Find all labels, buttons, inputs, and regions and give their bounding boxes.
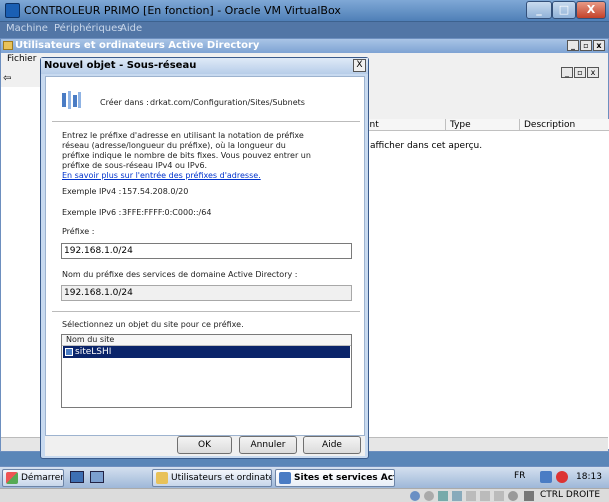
- recording-icon[interactable]: [494, 491, 504, 501]
- minimize-button[interactable]: _: [526, 1, 552, 19]
- sites-icon: [279, 472, 291, 484]
- example-ipv6-value: 3FFE:FFFF:0:C000::/64: [122, 208, 212, 217]
- taskbar: Démarrer Utilisateurs et ordinateur... S…: [0, 466, 609, 488]
- aduc-restore-button[interactable]: ▫: [580, 40, 592, 51]
- menu-aide[interactable]: Aide: [120, 23, 142, 34]
- folder-icon: [156, 472, 168, 484]
- dialog-footer: OK Annuler Aide: [45, 436, 365, 456]
- instructions-text: Entrez le préfixe d'adresse en utilisant…: [62, 131, 311, 170]
- start-button[interactable]: Démarrer: [2, 469, 64, 487]
- tree-pane[interactable]: [1, 87, 41, 447]
- dialog-title: Nouvel objet - Sous-réseau: [44, 60, 197, 71]
- created-in-value: drkat.com/Configuration/Sites/Subnets: [150, 98, 305, 107]
- cd-icon[interactable]: [424, 491, 434, 501]
- help-button[interactable]: Aide: [303, 436, 361, 454]
- folder-icon: [3, 41, 13, 50]
- aduc-titlebar: Utilisateurs et ordinateurs Active Direc…: [1, 39, 608, 53]
- show-desktop-icon[interactable]: [70, 471, 84, 483]
- taskbar-item-aduc[interactable]: Utilisateurs et ordinateur...: [152, 469, 272, 487]
- site-list-header: Nom du site: [62, 335, 351, 346]
- list-pane[interactable]: ent Type Description afficher dans cet a…: [359, 119, 609, 449]
- windows-flag-icon: [6, 472, 18, 484]
- prefix-input[interactable]: 192.168.1.0/24: [61, 243, 352, 259]
- hdd-icon[interactable]: [410, 491, 420, 501]
- column-type[interactable]: Type: [446, 119, 520, 131]
- prefix-label: Préfixe :: [62, 227, 95, 236]
- new-subnet-dialog: Nouvel objet - Sous-réseau X Créer dans …: [40, 57, 369, 459]
- clock[interactable]: 18:13: [576, 472, 602, 482]
- ad-prefix-label: Nom du préfixe des services de domaine A…: [62, 270, 298, 279]
- start-label: Démarrer: [21, 473, 64, 483]
- ad-prefix-field: 192.168.1.0/24: [61, 285, 352, 301]
- site-icon: [65, 348, 73, 356]
- virtualbox-menubar: Machine Périphériques Aide: [0, 22, 609, 38]
- cancel-button[interactable]: Annuler: [239, 436, 297, 454]
- aduc-minimize-button[interactable]: _: [567, 40, 579, 51]
- example-ipv6-label: Exemple IPv6 :: [62, 208, 122, 217]
- column-name[interactable]: ent: [360, 119, 446, 131]
- network-icon[interactable]: [540, 471, 552, 483]
- back-arrow-icon[interactable]: ⇦: [3, 71, 33, 84]
- site-list[interactable]: Nom du site siteLSHI: [61, 334, 352, 408]
- learn-more-link[interactable]: En savoir plus sur l'entrée des préfixes…: [62, 171, 261, 181]
- virtualbox-statusbar: CTRL DROITE: [0, 488, 609, 502]
- column-description[interactable]: Description: [520, 119, 609, 131]
- language-indicator[interactable]: FR: [514, 471, 525, 481]
- dialog-close-button[interactable]: X: [353, 59, 366, 72]
- aduc-title: Utilisateurs et ordinateurs Active Direc…: [15, 40, 260, 51]
- aduc-close-button[interactable]: x: [593, 40, 605, 51]
- volume-muted-icon[interactable]: [556, 471, 568, 483]
- inner-restore-button[interactable]: ▫: [574, 67, 586, 78]
- menu-peripheriques[interactable]: Périphériques: [54, 23, 123, 34]
- divider: [52, 121, 360, 122]
- usb-icon[interactable]: [438, 491, 448, 501]
- divider: [52, 311, 360, 312]
- network-adapter-icon[interactable]: [452, 491, 462, 501]
- dialog-titlebar: Nouvel objet - Sous-réseau X: [41, 58, 368, 74]
- display-icon[interactable]: [480, 491, 490, 501]
- inner-minimize-button[interactable]: _: [561, 67, 573, 78]
- host-key-label: CTRL DROITE: [540, 490, 601, 500]
- taskbar-item-label: Sites et services Acti...: [294, 473, 394, 483]
- list-item[interactable]: siteLSHI: [63, 346, 350, 358]
- example-ipv4-value: 157.54.208.0/20: [122, 187, 189, 196]
- created-in-label: Créer dans :: [100, 98, 149, 107]
- taskbar-item-sites[interactable]: Sites et services Acti...: [275, 469, 395, 487]
- inner-window-controls: _ ▫ x: [561, 67, 607, 80]
- site-name: siteLSHI: [75, 347, 112, 357]
- virtualbox-titlebar: CONTROLEUR PRIMO [En fonction] - Oracle …: [0, 0, 609, 22]
- virtualbox-icon: [5, 3, 20, 18]
- menu-machine[interactable]: Machine: [6, 23, 48, 34]
- column-site-name[interactable]: Nom du site: [66, 335, 114, 345]
- site-select-label: Sélectionnez un objet du site pour ce pr…: [62, 320, 244, 329]
- close-button[interactable]: X: [576, 1, 606, 19]
- server-manager-icon[interactable]: [90, 471, 104, 483]
- menu-fichier[interactable]: Fichier: [7, 54, 36, 64]
- taskbar-item-label: Utilisateurs et ordinateur...: [171, 473, 271, 483]
- mouse-integration-icon[interactable]: [524, 491, 534, 501]
- example-ipv4-label: Exemple IPv4 :: [62, 187, 122, 196]
- cpu-icon[interactable]: [508, 491, 518, 501]
- shared-folder-icon[interactable]: [466, 491, 476, 501]
- empty-list-text: afficher dans cet aperçu.: [370, 141, 483, 151]
- inner-close-button[interactable]: x: [587, 67, 599, 78]
- window-title: CONTROLEUR PRIMO [En fonction] - Oracle …: [24, 4, 341, 17]
- dialog-body: Créer dans : drkat.com/Configuration/Sit…: [45, 76, 365, 436]
- maximize-button[interactable]: □: [552, 1, 576, 19]
- subnet-icon: [60, 89, 82, 111]
- ok-button[interactable]: OK: [177, 436, 232, 454]
